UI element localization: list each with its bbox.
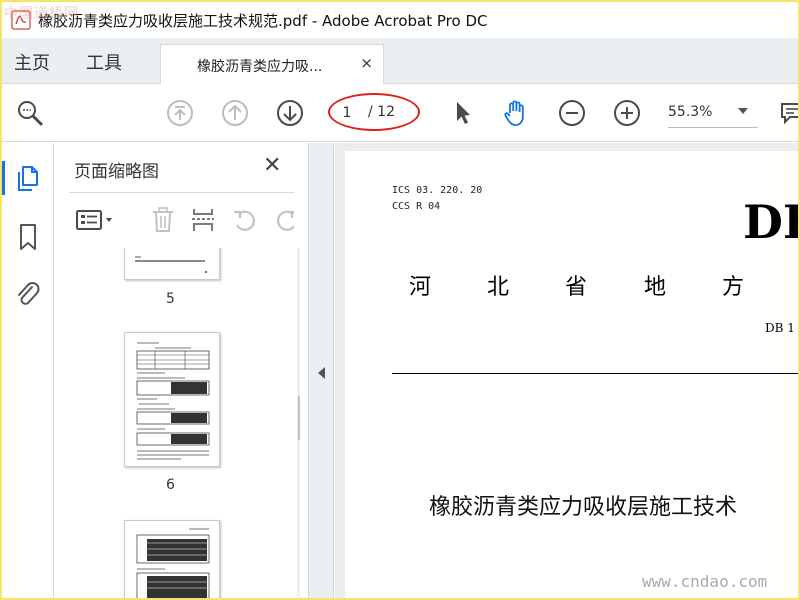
- rotate-right-icon: [277, 210, 294, 231]
- thumbnail-page-number: 5: [166, 291, 175, 307]
- scrollbar-thumb[interactable]: [298, 396, 300, 440]
- left-rail: [2, 143, 54, 598]
- site-watermark: www.cndao.com: [642, 572, 768, 591]
- tab-home[interactable]: 主页: [14, 49, 50, 75]
- panel-splitter[interactable]: [308, 143, 334, 598]
- tab-bar: 主页 工具 橡胶沥青类应力吸... ×: [2, 38, 798, 85]
- document-title: 橡胶沥青类应力吸收层施工技术: [429, 495, 738, 520]
- panel-toolbar: [69, 193, 294, 247]
- ics-code: ICS 03. 220. 20: [392, 185, 483, 196]
- page-preview: [136, 342, 210, 460]
- comment-button[interactable]: [778, 99, 798, 127]
- zoom-out-icon: [559, 100, 585, 126]
- thumbnail-page-number: 6: [166, 477, 175, 493]
- zoom-search-button[interactable]: [16, 99, 44, 127]
- province-char: 北: [487, 275, 510, 300]
- attachment-icon: [18, 282, 40, 305]
- extract-page-button[interactable]: [189, 206, 217, 234]
- comment-icon: [781, 103, 798, 125]
- document-page: ICS 03. 220. 20 CCS R 04 DB 河 北 省 地 方 DB…: [345, 151, 798, 598]
- zoom-in-icon: [614, 100, 640, 126]
- tab-document[interactable]: 橡胶沥青类应力吸... ×: [160, 44, 384, 85]
- zoom-in-button[interactable]: [613, 99, 641, 127]
- thumbnail-page[interactable]: [124, 520, 220, 598]
- split-page-icon: [192, 209, 214, 231]
- trash-icon: [153, 207, 173, 232]
- select-arrow-icon: [457, 102, 470, 124]
- thumbnail-list: 5 6: [69, 248, 300, 598]
- options-menu-icon: [76, 210, 112, 230]
- collapse-panel-icon[interactable]: [318, 367, 325, 379]
- bookmark-icon: [20, 224, 36, 250]
- standard-mark: DB: [743, 195, 798, 249]
- window-title: 橡胶沥青类应力吸收层施工技术规范.pdf - Adobe Acrobat Pro…: [38, 11, 488, 30]
- tab-tools[interactable]: 工具: [86, 49, 122, 75]
- ccs-code: CCS R 04: [392, 201, 441, 212]
- delete-page-button[interactable]: [149, 206, 177, 234]
- tab-close-icon[interactable]: ×: [360, 54, 373, 72]
- document-view[interactable]: ICS 03. 220. 20 CCS R 04 DB 河 北 省 地 方 DB…: [335, 143, 798, 598]
- first-page-button[interactable]: [166, 99, 194, 127]
- thumbnail-scrollbar[interactable]: [297, 248, 300, 598]
- header-rule: [392, 373, 798, 374]
- thumbnails-panel: 页面缩略图 ✕ 5 6: [55, 143, 308, 598]
- thumbnail-page[interactable]: [124, 332, 220, 467]
- panel-close-icon[interactable]: ✕: [263, 153, 281, 178]
- tab-document-label: 橡胶沥青类应力吸...: [197, 59, 323, 75]
- rotate-left-button[interactable]: [231, 206, 259, 234]
- province-char: 地: [644, 275, 667, 300]
- attachments-button[interactable]: [14, 279, 42, 309]
- province-char: 河: [409, 275, 432, 300]
- title-bar: 橡胶沥青类应力吸收层施工技术规范.pdf - Adobe Acrobat Pro…: [2, 2, 798, 38]
- prev-page-icon: [222, 100, 248, 126]
- next-page-icon: [277, 100, 303, 126]
- next-page-button[interactable]: [276, 99, 304, 127]
- thumbnail-page[interactable]: [124, 248, 220, 280]
- site-watermark-logo: 中国道桥网: [4, 6, 79, 22]
- zoom-search-icon: [18, 101, 43, 126]
- province-char: 省: [565, 275, 588, 300]
- province-char: 方: [722, 275, 745, 300]
- standard-number: DB 1: [765, 321, 795, 335]
- rotate-left-icon: [234, 210, 255, 231]
- page-preview: [136, 528, 210, 598]
- toolbar: / 12 55.3%: [2, 84, 798, 142]
- first-page-icon: [167, 100, 193, 126]
- zoom-underline: [668, 127, 758, 128]
- select-tool-button[interactable]: [449, 99, 477, 127]
- annotation-highlight-ring: [328, 93, 420, 131]
- page-preview: [135, 256, 207, 273]
- zoom-out-button[interactable]: [558, 99, 586, 127]
- rotate-right-button[interactable]: [273, 206, 294, 234]
- chevron-down-icon[interactable]: [738, 108, 748, 114]
- rail-active-indicator: [2, 161, 5, 195]
- app-window: 橡胶沥青类应力吸收层施工技术规范.pdf - Adobe Acrobat Pro…: [2, 2, 798, 598]
- hand-tool-button[interactable]: [502, 99, 530, 127]
- hand-icon: [504, 100, 524, 126]
- thumbnails-button[interactable]: [14, 163, 42, 193]
- thumbnails-icon: [18, 166, 38, 191]
- thumbnail-options-button[interactable]: [75, 206, 115, 234]
- bookmarks-button[interactable]: [14, 222, 42, 252]
- prev-page-button[interactable]: [221, 99, 249, 127]
- panel-title: 页面缩略图: [74, 162, 159, 182]
